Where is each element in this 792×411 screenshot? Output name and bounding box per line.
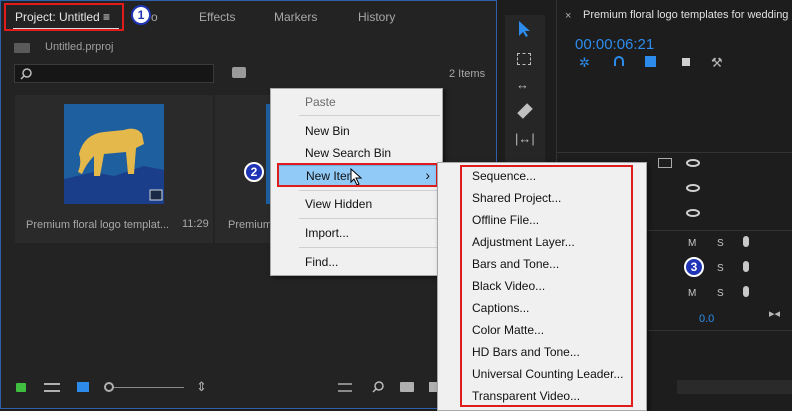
- sync-lock-icon[interactable]: [658, 158, 672, 168]
- tab-partial[interactable]: o: [151, 10, 158, 24]
- solo-button[interactable]: S: [717, 263, 724, 274]
- selection-tool-icon[interactable]: [516, 20, 532, 38]
- menu-item-paste[interactable]: Paste: [271, 92, 442, 112]
- track-divider: [557, 152, 792, 153]
- new-search-bin-icon[interactable]: [232, 67, 246, 78]
- clip-preview-image: [64, 104, 164, 204]
- microphone-icon[interactable]: [743, 286, 749, 297]
- sort-icon[interactable]: ⇕: [196, 379, 207, 395]
- menu-item-import[interactable]: Import...: [271, 223, 442, 243]
- menu-item-find[interactable]: Find...: [271, 252, 442, 272]
- close-icon[interactable]: ×: [565, 10, 571, 22]
- slip-tool-icon[interactable]: |↔|: [515, 132, 535, 145]
- items-count: 2 Items: [449, 68, 486, 80]
- eye-icon[interactable]: [686, 159, 700, 167]
- menu-item-view-hidden[interactable]: View Hidden: [271, 194, 442, 214]
- clip-duration-1: 11:29: [182, 218, 209, 230]
- tab-effects[interactable]: Effects: [199, 10, 235, 24]
- go-to-end-icon[interactable]: ▸◂: [769, 309, 780, 320]
- microphone-icon[interactable]: [743, 236, 749, 247]
- clip-thumbnail-1[interactable]: Premium floral logo templat... 11:29: [15, 95, 213, 243]
- automate-sequence-icon[interactable]: [338, 383, 352, 392]
- track-select-tool-icon[interactable]: [517, 53, 531, 65]
- tab-markers[interactable]: Markers: [274, 10, 317, 24]
- menu-item-new-bin[interactable]: New Bin: [271, 121, 442, 141]
- microphone-icon[interactable]: [743, 261, 749, 272]
- zoom-slider-track[interactable]: [114, 387, 184, 388]
- step-badge-1: 1: [131, 5, 151, 25]
- clip-name-2: Premium: [228, 219, 273, 231]
- project-file-name: Untitled.prproj: [45, 41, 114, 53]
- razor-tool-icon[interactable]: [517, 103, 533, 119]
- sequence-tab-title[interactable]: Premium floral logo templates for weddin…: [583, 9, 788, 21]
- icon-view-icon[interactable]: [77, 382, 89, 392]
- new-item-icon[interactable]: [429, 382, 437, 392]
- solo-button[interactable]: S: [717, 288, 724, 299]
- menu-separator: [299, 115, 440, 116]
- eye-icon[interactable]: [686, 209, 700, 217]
- lock-icon[interactable]: [16, 383, 26, 392]
- mute-button[interactable]: M: [688, 288, 696, 299]
- highlight-project-tab: [4, 3, 124, 31]
- snap-icon[interactable]: [614, 56, 624, 66]
- step-badge-3: 3: [684, 257, 704, 277]
- clip-name-1: Premium floral logo templat...: [26, 219, 170, 231]
- linked-selection-icon[interactable]: [645, 56, 656, 67]
- search-input[interactable]: [14, 64, 214, 83]
- add-marker-icon[interactable]: [682, 58, 690, 66]
- new-bin-icon[interactable]: [400, 382, 414, 392]
- timeline-scrollbar[interactable]: [677, 380, 792, 394]
- menu-separator: [299, 190, 440, 191]
- tab-history[interactable]: History: [358, 10, 395, 24]
- step-badge-2: 2: [244, 162, 264, 182]
- menu-item-new-search-bin[interactable]: New Search Bin: [271, 143, 442, 163]
- menu-separator: [299, 218, 440, 219]
- find-icon[interactable]: [372, 381, 384, 393]
- ripple-edit-tool-icon[interactable]: ↔: [516, 78, 529, 91]
- nest-icon[interactable]: ✲: [579, 56, 590, 69]
- solo-button[interactable]: S: [717, 238, 724, 249]
- mute-button[interactable]: M: [688, 238, 696, 249]
- zoom-slider-handle[interactable]: [104, 382, 114, 392]
- search-icon: [20, 68, 32, 80]
- folder-icon: [14, 43, 30, 53]
- wrench-icon[interactable]: ⚒: [711, 56, 723, 69]
- list-view-icon[interactable]: [44, 383, 60, 392]
- highlight-new-item: [277, 163, 438, 187]
- master-volume-value[interactable]: 0.0: [699, 313, 714, 325]
- menu-separator: [299, 247, 440, 248]
- highlight-submenu: [460, 165, 633, 407]
- timecode-display[interactable]: 00:00:06:21: [575, 36, 654, 53]
- eye-icon[interactable]: [686, 184, 700, 192]
